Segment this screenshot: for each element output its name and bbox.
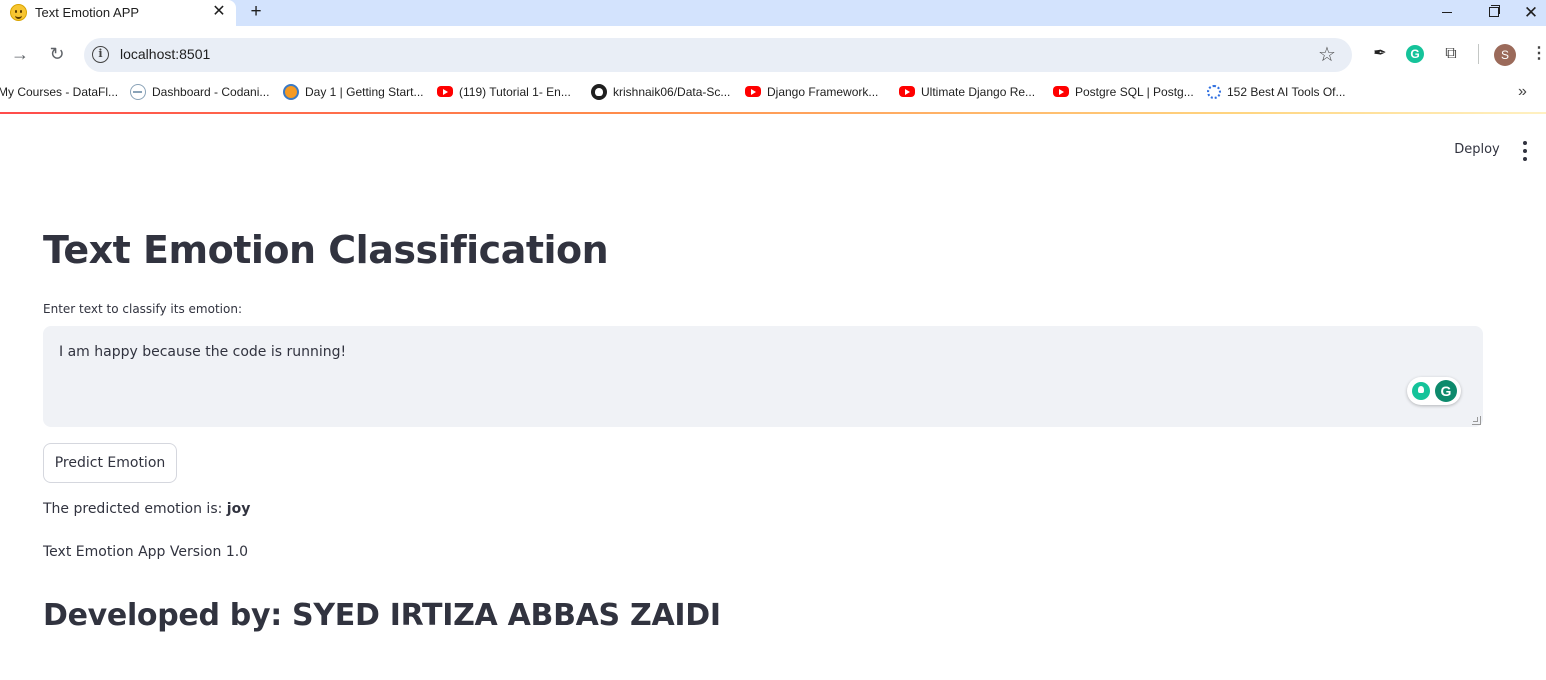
developer-heading: Developed by: SYED IRTIZA ABBAS ZAIDI: [43, 598, 721, 633]
url-text[interactable]: localhost:8501: [120, 46, 210, 62]
app-menu-icon[interactable]: [1516, 137, 1534, 163]
back-arrow-icon[interactable]: →: [8, 42, 32, 66]
grammarly-suggestion-icon[interactable]: [1412, 382, 1430, 400]
bookmark-item[interactable]: Dashboard - Codani...: [130, 82, 269, 102]
browser-tab-bar: Text Emotion APP ✕ + ✕: [0, 0, 1546, 26]
new-tab-button[interactable]: +: [246, 1, 266, 23]
grammarly-extension-icon[interactable]: G: [1403, 42, 1427, 66]
youtube-icon: [1053, 86, 1069, 98]
bookmark-item[interactable]: Day 1 | Getting Start...: [283, 82, 424, 102]
more-bookmarks-chevron-icon[interactable]: »: [1518, 82, 1527, 102]
bookmark-item[interactable]: My Courses - DataFl...: [0, 82, 118, 102]
predicted-emotion: joy: [226, 501, 251, 517]
github-icon: [591, 83, 607, 100]
predict-emotion-button[interactable]: Predict Emotion: [43, 443, 177, 483]
result-prefix: The predicted emotion is:: [43, 501, 227, 517]
window-minimize-button[interactable]: [1424, 0, 1470, 26]
tab-text-emotion-app[interactable]: Text Emotion APP ✕: [0, 0, 236, 26]
page-title: Text Emotion Classification: [43, 228, 609, 272]
input-label: Enter text to classify its emotion:: [43, 302, 242, 316]
bookmarks-bar: My Courses - DataFl... Dashboard - Codan…: [0, 82, 1546, 112]
orange-circle-icon: [283, 83, 299, 100]
toolbar-separator: [1478, 44, 1479, 64]
youtube-icon: [437, 86, 453, 98]
version-text: Text Emotion App Version 1.0: [43, 544, 249, 560]
window-close-button[interactable]: ✕: [1516, 0, 1546, 26]
bookmark-item[interactable]: Postgre SQL | Postg...: [1053, 82, 1194, 102]
youtube-icon: [745, 86, 761, 98]
textarea-resize-handle[interactable]: [1472, 416, 1481, 425]
deploy-button[interactable]: Deploy: [1446, 138, 1508, 162]
eyedropper-extension-icon[interactable]: ✒: [1368, 42, 1392, 66]
address-bar[interactable]: i localhost:8501 ☆: [84, 38, 1352, 72]
site-info-icon[interactable]: i: [92, 46, 109, 63]
grammarly-icon[interactable]: G: [1435, 380, 1457, 402]
app-main: Deploy Text Emotion Classification Enter…: [0, 114, 1546, 680]
browser-toolbar: → ↻ i localhost:8501 ☆ ✒ G ⧉ S ⋮: [0, 26, 1546, 82]
bookmark-item[interactable]: 152 Best AI Tools Of...: [1207, 82, 1346, 102]
tab-title: Text Emotion APP: [35, 5, 140, 20]
bookmark-item[interactable]: Django Framework...: [745, 82, 878, 102]
grammarly-widget[interactable]: G: [1407, 377, 1461, 405]
emotion-text-input[interactable]: I am happy because the code is running!: [43, 326, 1483, 427]
youtube-icon: [899, 86, 915, 98]
codani-icon: [130, 83, 146, 100]
reload-icon[interactable]: ↻: [45, 42, 69, 66]
bookmark-item[interactable]: (119) Tutorial 1- En...: [437, 82, 571, 102]
bookmark-item[interactable]: Ultimate Django Re...: [899, 82, 1035, 102]
tab-close-icon[interactable]: ✕: [210, 2, 228, 22]
profile-avatar[interactable]: S: [1494, 44, 1516, 66]
smiley-favicon-icon: [10, 4, 27, 21]
gear-icon: [1207, 84, 1221, 99]
extensions-puzzle-icon[interactable]: ⧉: [1439, 42, 1463, 66]
window-restore-button[interactable]: [1470, 0, 1516, 26]
bookmark-item[interactable]: krishnaik06/Data-Sc...: [591, 82, 730, 102]
bookmark-star-icon[interactable]: ☆: [1318, 42, 1336, 67]
browser-menu-icon[interactable]: ⋮: [1531, 42, 1546, 66]
prediction-result: The predicted emotion is: joy: [43, 501, 250, 517]
